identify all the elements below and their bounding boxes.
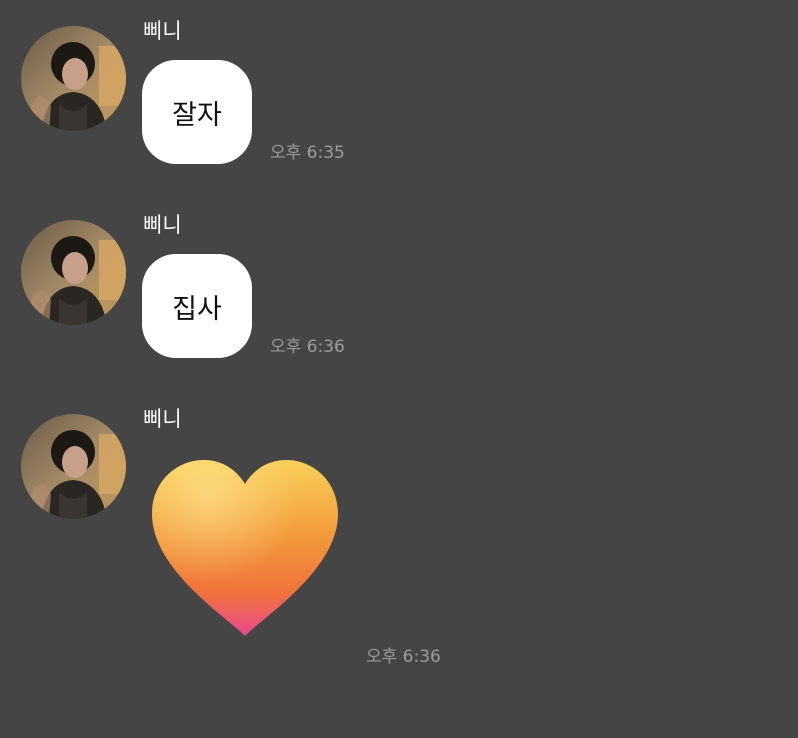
message-timestamp: 오후 6:36 bbox=[366, 647, 441, 667]
sender-name: 삐니 bbox=[143, 19, 182, 43]
message-bubble[interactable]: 집사 bbox=[142, 254, 252, 358]
avatar-photo-icon bbox=[21, 220, 126, 325]
avatar[interactable] bbox=[21, 220, 126, 325]
message-bubble[interactable]: 잘자 bbox=[142, 60, 252, 164]
sender-name: 삐니 bbox=[143, 407, 182, 431]
avatar[interactable] bbox=[21, 26, 126, 131]
sender-name: 삐니 bbox=[143, 213, 182, 237]
orange-heart-icon[interactable] bbox=[148, 458, 342, 640]
message-timestamp: 오후 6:35 bbox=[270, 143, 345, 163]
chat-window: 삐니 잘자 오후 6:35 삐니 집사 오후 6:36 삐니 오후 6:36 bbox=[0, 0, 798, 738]
avatar[interactable] bbox=[21, 414, 126, 519]
avatar-photo-icon bbox=[21, 414, 126, 519]
avatar-photo-icon bbox=[21, 26, 126, 131]
message-timestamp: 오후 6:36 bbox=[270, 337, 345, 357]
